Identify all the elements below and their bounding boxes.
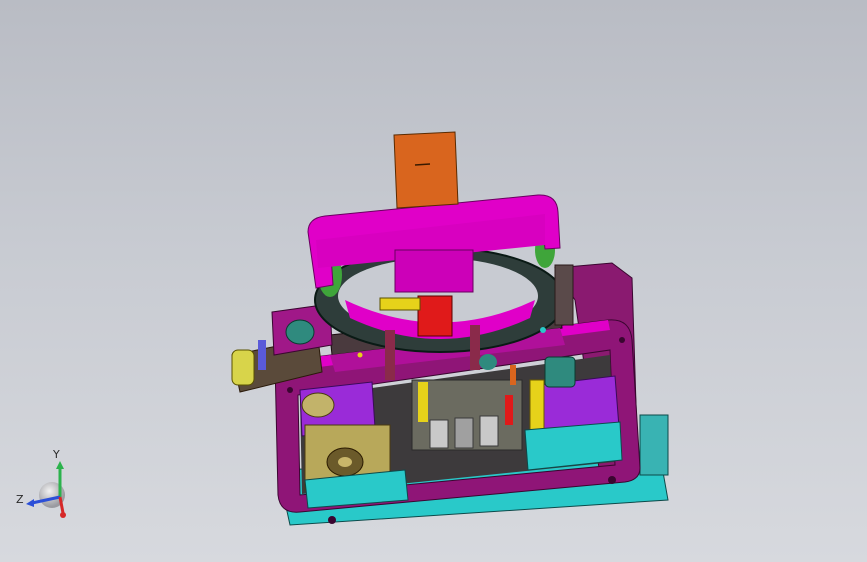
z-axis-arrow	[26, 499, 34, 507]
z-axis-label: Z	[16, 493, 24, 506]
left-arm-roller[interactable]	[231, 349, 255, 386]
pulley-hub	[338, 457, 352, 467]
y-axis-label: Y	[52, 448, 60, 461]
orientation-triad[interactable]: Y Z	[10, 445, 80, 525]
center-post-yellow[interactable]	[418, 382, 428, 422]
gear-stack-3[interactable]	[479, 415, 499, 447]
frame-bolt	[328, 516, 336, 524]
right-cylinder[interactable]	[544, 356, 576, 388]
orange-top-plate[interactable]	[393, 131, 459, 209]
frame-bolt	[540, 327, 546, 333]
left-cylinder[interactable]	[285, 319, 315, 345]
motor-plate-yellow[interactable]	[529, 379, 545, 433]
right-bracket[interactable]	[554, 264, 574, 326]
gear-stack-1[interactable]	[429, 419, 449, 449]
frame-bolt	[619, 337, 625, 343]
left-arm-blue[interactable]	[258, 340, 266, 370]
center-post-right[interactable]	[470, 325, 480, 370]
upper-pulley[interactable]	[301, 392, 335, 418]
center-clamp-yellow[interactable]	[379, 297, 421, 311]
x-axis-tip	[60, 512, 66, 518]
cad-model-assembly[interactable]	[0, 0, 867, 562]
center-post-red[interactable]	[505, 395, 513, 425]
top-bracket-inner-plate[interactable]	[394, 249, 474, 293]
cad-viewport[interactable]: Y Z	[0, 0, 867, 562]
gear-stack-2[interactable]	[454, 417, 474, 449]
frame-bolt	[287, 387, 293, 393]
base-rail-right[interactable]	[639, 414, 669, 476]
orange-lever[interactable]	[510, 365, 516, 385]
y-axis-arrow	[56, 461, 64, 469]
center-post-left[interactable]	[385, 330, 395, 380]
center-clamp-red[interactable]	[417, 295, 453, 337]
orange-plate-mark	[414, 163, 431, 166]
frame-bolt	[357, 352, 363, 358]
center-knob[interactable]	[479, 354, 497, 370]
frame-bolt	[608, 476, 616, 484]
